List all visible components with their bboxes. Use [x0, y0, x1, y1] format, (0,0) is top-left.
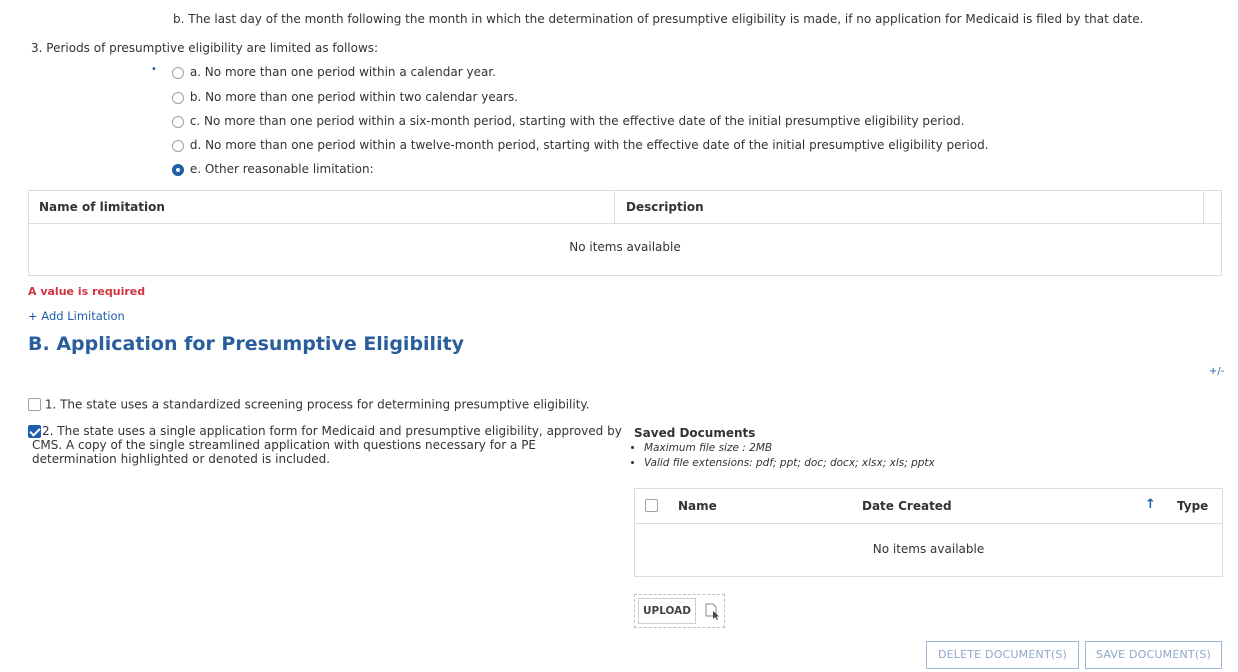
documents-grid: Name Date Created ↑ Type No items availa… [634, 488, 1223, 577]
limitation-grid: Name of limitation Description No items … [28, 190, 1222, 276]
radio-option-label: c. No more than one period within a six-… [189, 114, 965, 128]
radio-option-label: e. Other reasonable limitation: [189, 162, 374, 176]
radio-option-c[interactable]: c. No more than one period within a six-… [172, 114, 964, 128]
column-divider [1203, 191, 1204, 223]
item-b-text: b. The last day of the month following t… [173, 12, 1144, 26]
grid-empty-message: No items available [872, 542, 985, 556]
item-2-line: 2. The state uses a single application f… [42, 424, 622, 438]
item-2-label: 2. The state uses a single application f… [32, 424, 622, 466]
column-header-date-created[interactable]: Date Created [862, 499, 952, 513]
radio-button[interactable] [172, 139, 184, 152]
expand-collapse-toggle[interactable]: +/- [1209, 366, 1224, 377]
max-file-size: Maximum file size : 2MB [644, 441, 935, 456]
section-b-title: B. Application for Presumptive Eligibili… [28, 333, 465, 355]
upload-dropzone[interactable]: UPLOAD [634, 594, 725, 628]
radio-button-selected[interactable] [172, 163, 184, 176]
radio-option-label: a. No more than one period within a cale… [189, 65, 496, 79]
arrow-up-icon[interactable]: ↑ [1145, 497, 1156, 512]
radio-option-label: b. No more than one period within two ca… [189, 90, 519, 104]
checkbox[interactable] [28, 398, 41, 411]
save-documents-button[interactable]: SAVE DOCUMENT(S) [1085, 641, 1222, 669]
valid-extensions: Valid file extensions: pdf; ppt; doc; do… [644, 456, 935, 471]
add-limitation-link[interactable]: + Add Limitation [28, 309, 125, 323]
column-header-type[interactable]: Type [1177, 499, 1208, 513]
file-drop-icon [705, 603, 719, 620]
radio-option-d[interactable]: d. No more than one period within a twel… [172, 138, 989, 152]
validation-error: A value is required [28, 285, 146, 298]
radio-option-b[interactable]: b. No more than one period within two ca… [172, 90, 518, 104]
item-2-line: determination highlighted or denoted is … [32, 452, 331, 466]
column-header-name[interactable]: Name [678, 499, 717, 513]
checkbox-checked[interactable] [28, 425, 41, 438]
item-1-row[interactable]: 1. The state uses a standardized screeni… [28, 397, 590, 412]
select-all-checkbox[interactable] [645, 499, 658, 512]
item-3-label: 3. Periods of presumptive eligibility ar… [31, 41, 379, 55]
grid-header: Name of limitation Description [29, 191, 1221, 224]
grid-empty-message: No items available [569, 240, 681, 254]
radio-option-label: d. No more than one period within a twel… [189, 138, 989, 152]
radio-button[interactable] [172, 66, 184, 79]
upload-button[interactable]: UPLOAD [638, 598, 696, 624]
column-header-name[interactable]: Name of limitation [39, 200, 165, 214]
grid-header: Name Date Created ↑ Type [635, 489, 1222, 524]
document-rules-list: Maximum file size : 2MB Valid file exten… [626, 441, 935, 471]
radio-button[interactable] [172, 91, 184, 104]
saved-documents-title: Saved Documents [634, 426, 756, 440]
item-2-line: CMS. A copy of the single streamlined ap… [32, 438, 537, 452]
column-divider [614, 191, 615, 223]
radio-button[interactable] [172, 115, 184, 128]
column-header-description[interactable]: Description [626, 200, 704, 214]
radio-option-a[interactable]: a. No more than one period within a cale… [172, 65, 496, 79]
item-1-label: 1. The state uses a standardized screeni… [44, 397, 590, 412]
radio-option-e[interactable]: e. Other reasonable limitation: [172, 162, 374, 176]
delete-documents-button[interactable]: DELETE DOCUMENT(S) [926, 641, 1079, 669]
bullet-marker: • [151, 64, 157, 75]
